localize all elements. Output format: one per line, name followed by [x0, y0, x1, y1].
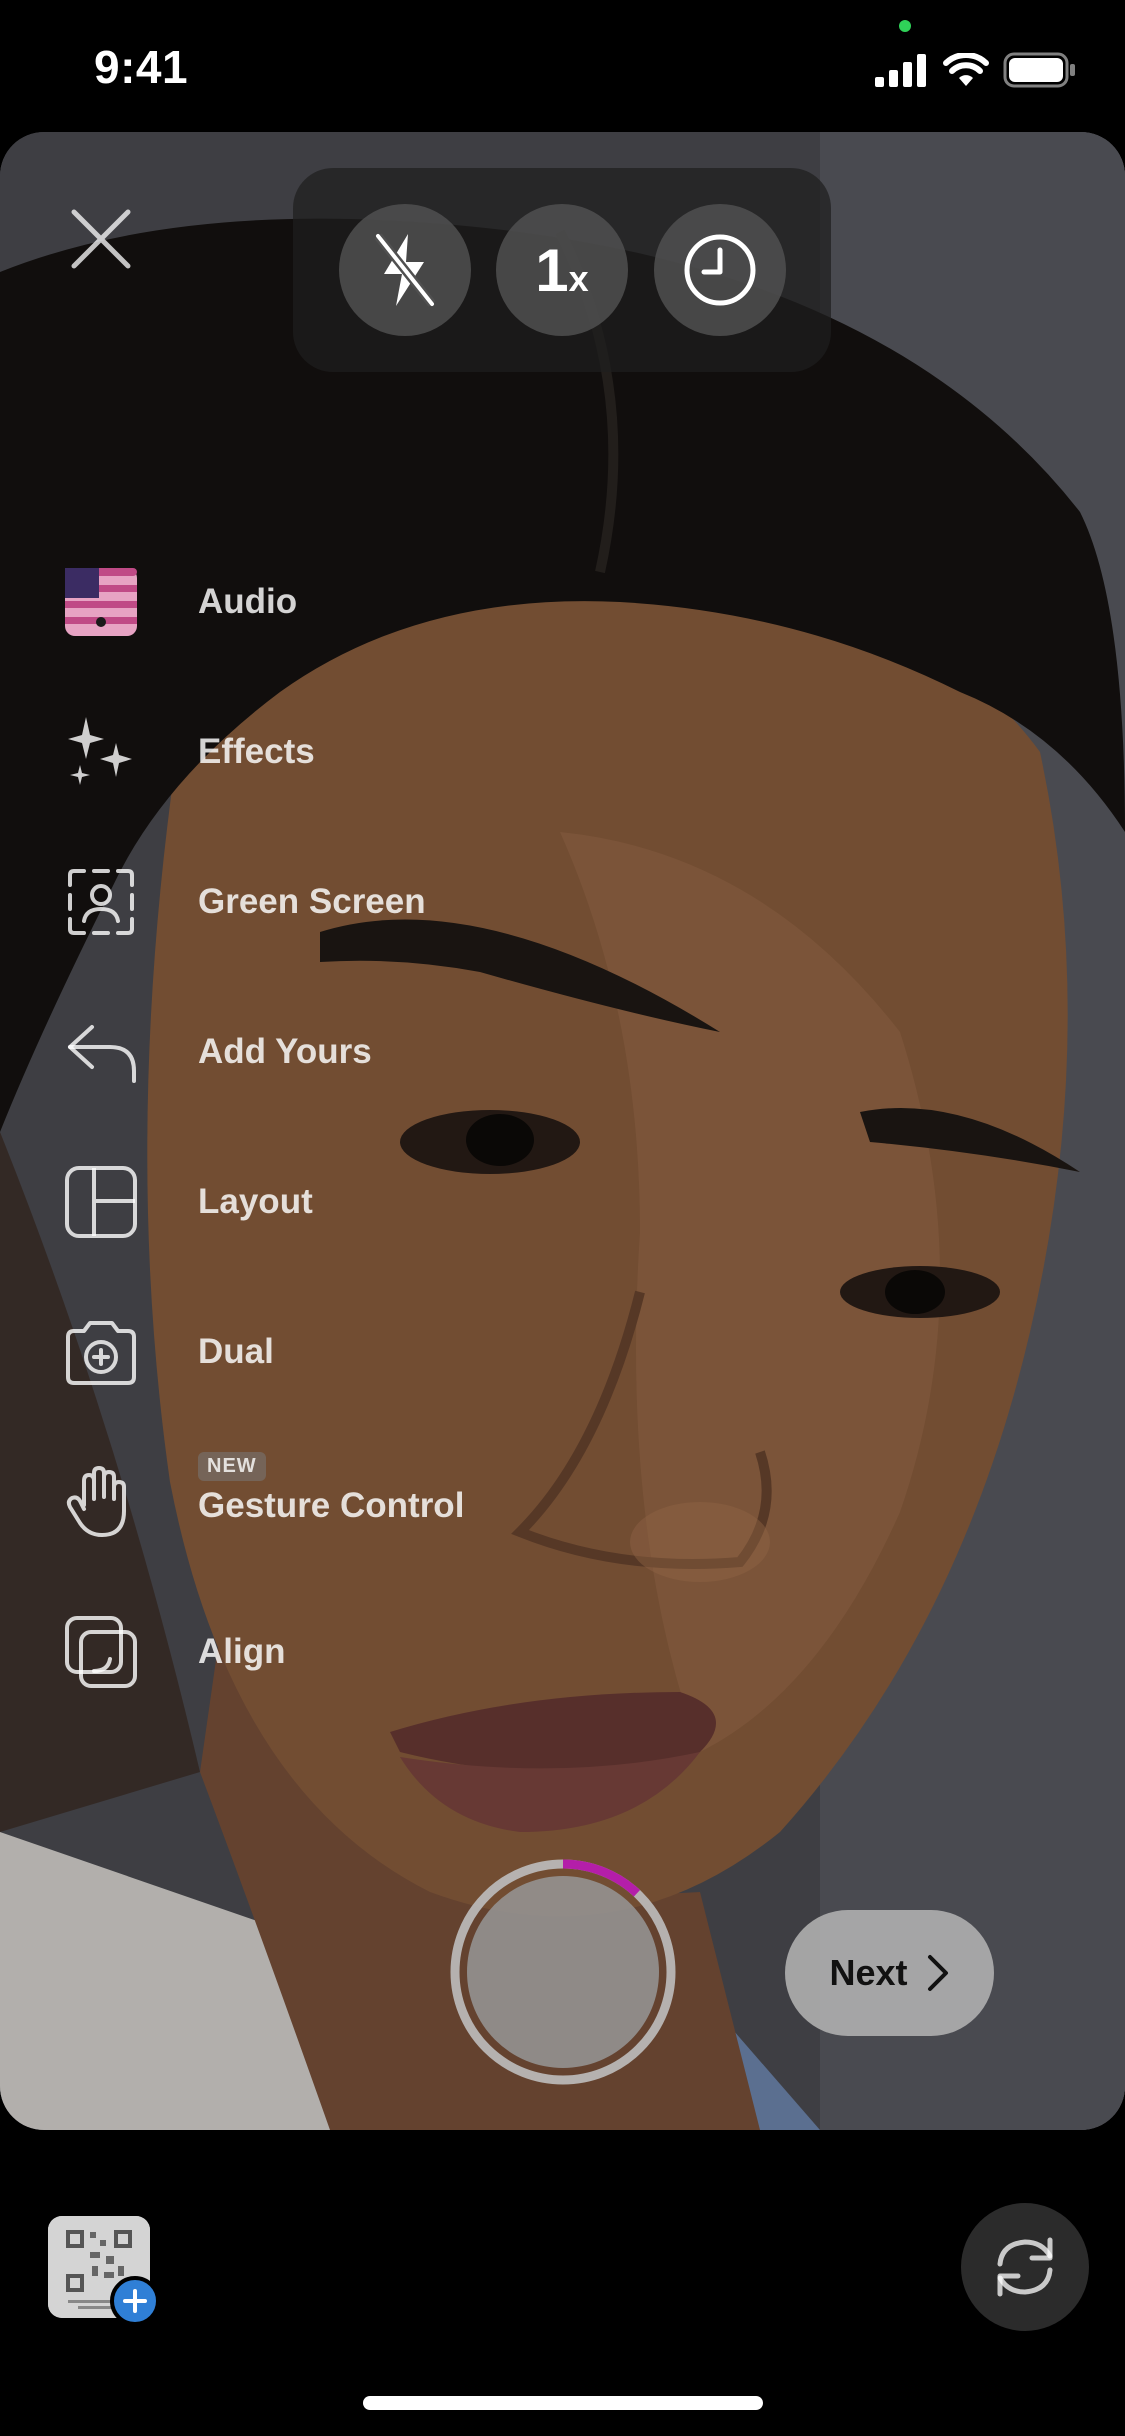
preview-dim-overlay — [0, 132, 1125, 2130]
hand-icon — [64, 1465, 138, 1539]
record-shutter-button[interactable] — [449, 1858, 677, 2086]
tool-add-yours-label: Add Yours — [198, 1032, 372, 1071]
tool-align-label: Align — [198, 1632, 286, 1671]
camera-viewfinder[interactable]: 1x Audio Effects Green Screen Add Yours … — [0, 132, 1125, 2130]
battery-icon — [1003, 52, 1075, 88]
reply-arrow-icon — [64, 1015, 138, 1089]
zoom-button[interactable]: 1x — [496, 204, 628, 336]
flash-off-icon — [373, 233, 436, 307]
tool-effects-label: Effects — [198, 732, 315, 771]
chevron-right-icon — [927, 1955, 948, 1991]
tool-audio-label: Audio — [198, 582, 298, 621]
flip-camera-icon — [997, 2237, 1053, 2297]
timer-button[interactable] — [653, 204, 786, 336]
status-bar: 9:41 — [0, 0, 1125, 132]
tool-align[interactable]: Align — [64, 1612, 584, 1692]
status-time: 9:41 — [94, 41, 189, 93]
camera-privacy-indicator — [899, 20, 911, 32]
camera-top-controls: 1x — [293, 168, 831, 372]
cellular-signal-icon — [875, 54, 926, 87]
next-button[interactable]: Next — [785, 1910, 994, 2036]
align-icon — [64, 1615, 138, 1689]
new-badge: NEW — [198, 1452, 266, 1481]
tool-add-yours[interactable]: Add Yours — [64, 1012, 584, 1092]
flash-off-button[interactable] — [338, 204, 471, 336]
zoom-level-label: 1x — [535, 236, 589, 304]
tool-dual[interactable]: Dual — [64, 1312, 584, 1392]
tool-layout[interactable]: Layout — [64, 1162, 584, 1242]
tool-dual-label: Dual — [198, 1332, 274, 1371]
layout-icon — [64, 1165, 138, 1239]
add-media-badge[interactable] — [110, 2276, 160, 2326]
green-screen-icon — [64, 865, 138, 939]
tool-effects[interactable]: Effects — [64, 712, 584, 792]
next-button-label: Next — [829, 1952, 908, 1993]
wifi-icon — [943, 53, 989, 86]
flip-camera-button[interactable] — [961, 2203, 1089, 2331]
dual-camera-icon — [64, 1315, 138, 1389]
tool-layout-label: Layout — [198, 1182, 313, 1221]
sparkles-icon — [64, 715, 138, 789]
us-flag-audio-thumbnail — [64, 565, 138, 639]
close-button[interactable] — [66, 204, 136, 274]
shutter-ring — [450, 1859, 676, 2085]
tool-audio[interactable]: Audio — [64, 562, 584, 642]
tool-green-screen-label: Green Screen — [198, 882, 426, 921]
plus-icon — [123, 2289, 147, 2313]
tool-green-screen[interactable]: Green Screen — [64, 862, 584, 942]
tool-gesture-control[interactable]: NEW Gesture Control — [64, 1452, 584, 1542]
home-indicator[interactable] — [363, 2396, 763, 2410]
timer-clock-icon — [684, 234, 755, 306]
tool-gesture-control-label: Gesture Control — [198, 1486, 465, 1525]
status-icons — [875, 52, 1077, 88]
close-icon — [71, 209, 131, 269]
